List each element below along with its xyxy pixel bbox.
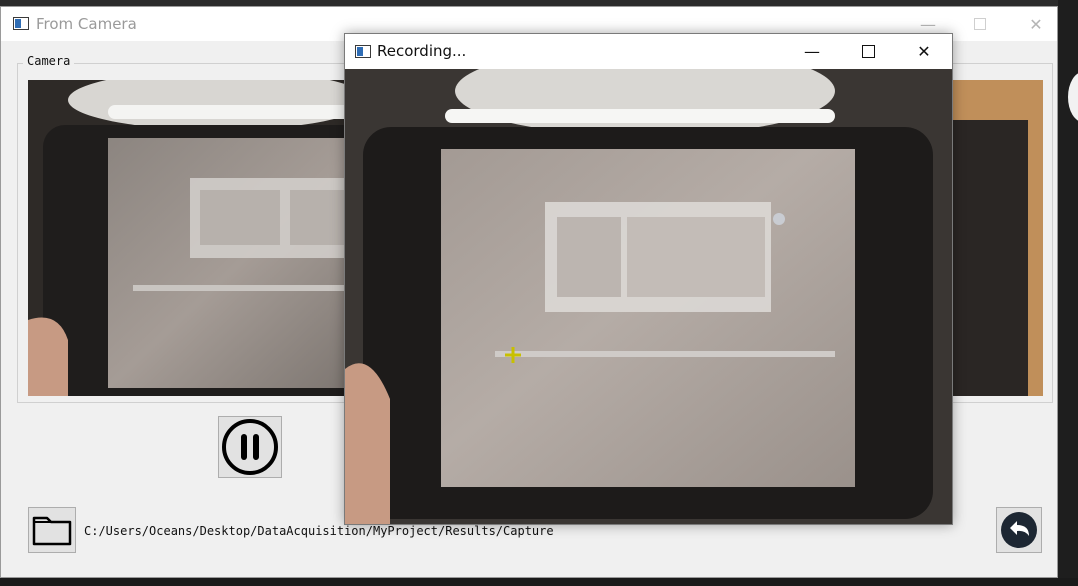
save-path-label: C:/Users/Oceans/Desktop/DataAcquisition/… — [84, 524, 554, 538]
back-button[interactable] — [996, 507, 1042, 553]
undo-arrow-icon — [1001, 512, 1037, 548]
recording-window-title: Recording... — [377, 42, 467, 60]
pause-circle-icon — [222, 419, 278, 475]
recording-window: Recording... — ✕ — [344, 33, 953, 525]
close-button[interactable]: ✕ — [1013, 7, 1059, 41]
recording-preview — [345, 69, 952, 524]
app-window-icon — [13, 17, 29, 30]
recording-frame-image — [345, 69, 952, 524]
desktop-taskbar-edge — [0, 578, 1078, 586]
maximize-icon — [861, 45, 875, 58]
recording-minimize-button[interactable]: — — [789, 34, 835, 69]
main-window-title: From Camera — [36, 15, 137, 33]
maximize-icon — [974, 18, 986, 30]
folder-icon — [32, 516, 72, 546]
recording-maximize-button[interactable] — [845, 34, 891, 69]
recording-titlebar[interactable]: Recording... — ✕ — [345, 34, 952, 69]
camera-group-label: Camera — [23, 54, 75, 68]
pause-button[interactable] — [218, 416, 282, 478]
open-folder-button[interactable] — [28, 507, 76, 553]
maximize-button[interactable] — [957, 7, 1003, 41]
recording-window-icon — [355, 45, 371, 58]
recording-close-button[interactable]: ✕ — [901, 34, 947, 69]
